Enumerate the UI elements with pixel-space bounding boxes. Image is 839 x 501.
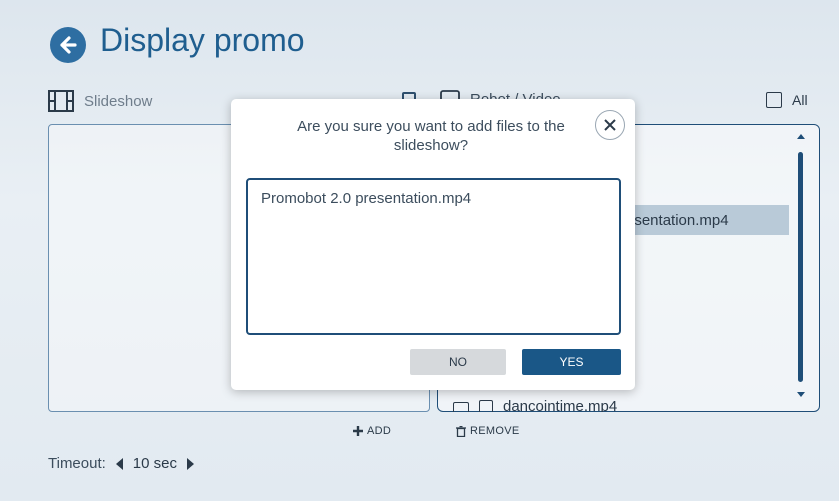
trash-icon (456, 425, 466, 437)
list-item-checkbox[interactable] (453, 402, 469, 412)
list-item-selected[interactable]: esentation.mp4 (613, 205, 789, 235)
scroll-up-arrow-icon[interactable] (797, 134, 805, 139)
list-item-label: dancointime.mp4 (503, 398, 618, 412)
display-promo-screen: Display promo Slideshow Robot / Video Al… (0, 0, 839, 501)
plus-icon (353, 426, 363, 436)
list-scrollbar[interactable] (796, 134, 806, 404)
list-item-label: esentation.mp4 (626, 211, 729, 229)
close-button[interactable] (595, 110, 625, 140)
timeout-label: Timeout: (48, 455, 106, 472)
slideshow-label: Slideshow (84, 92, 153, 110)
add-button[interactable]: ADD (353, 425, 391, 437)
yes-button[interactable]: YES (522, 349, 621, 375)
select-all[interactable]: All (766, 92, 808, 108)
slideshow-header: Slideshow (48, 90, 152, 112)
scroll-down-arrow-icon[interactable] (797, 392, 805, 397)
scroll-thumb[interactable] (798, 152, 803, 382)
file-icon (479, 400, 493, 412)
select-all-label: All (792, 92, 808, 108)
timeout-increase-icon[interactable] (187, 457, 194, 470)
remove-label: REMOVE (470, 425, 520, 437)
files-textarea[interactable]: Promobot 2.0 presentation.mp4 (246, 178, 621, 335)
dialog-message: Are you sure you want to add files to th… (297, 118, 565, 154)
select-all-checkbox[interactable] (766, 92, 782, 108)
close-icon (604, 119, 616, 131)
no-button[interactable]: NO (410, 349, 506, 375)
timeout-control: Timeout: 10 sec (48, 455, 194, 472)
timeout-decrease-icon[interactable] (115, 457, 123, 470)
list-item[interactable]: dancointime.mp4 (453, 398, 617, 412)
arrow-left-icon (60, 36, 77, 54)
timeout-value: 10 sec (132, 455, 177, 472)
page-title: Display promo (100, 22, 305, 58)
confirm-dialog: Are you sure you want to add files to th… (231, 99, 635, 390)
add-label: ADD (367, 425, 392, 437)
film-strip-icon (48, 90, 74, 112)
remove-button[interactable]: REMOVE (456, 425, 519, 437)
back-button[interactable] (50, 27, 86, 63)
